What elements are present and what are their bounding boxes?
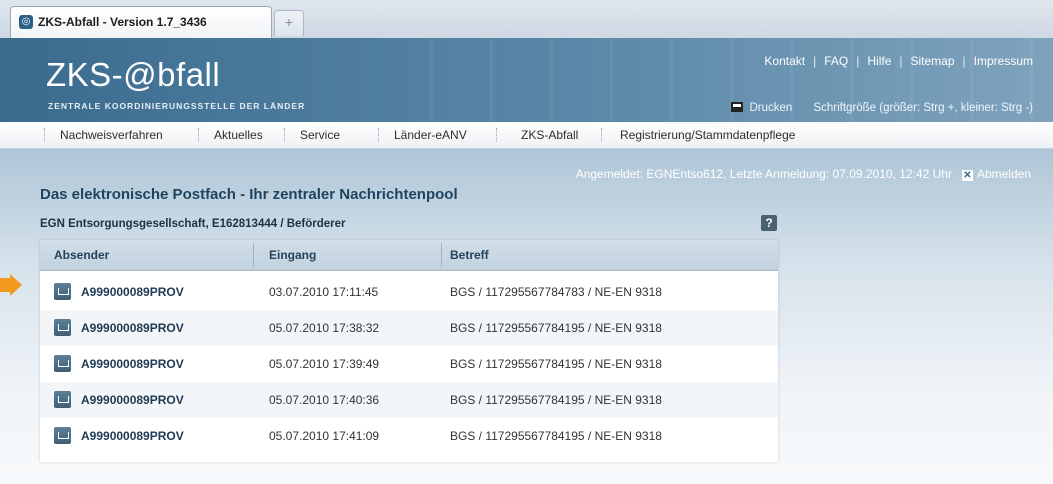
zks-favicon-icon: ◎ bbox=[19, 15, 33, 29]
nav-separator bbox=[198, 128, 200, 142]
main-navigation: Nachweisverfahren Aktuelles Service Länd… bbox=[0, 122, 1053, 149]
column-header-eingang[interactable]: Eingang bbox=[269, 248, 316, 262]
link-hilfe[interactable]: Hilfe bbox=[867, 54, 891, 68]
site-header: ZKS-@bfall ZENTRALE KOORDINIERUNGSSTELLE… bbox=[0, 38, 1053, 122]
browser-tab[interactable]: ◎ ZKS-Abfall - Version 1.7_3436 bbox=[10, 6, 272, 38]
nav-item-service[interactable]: Service bbox=[300, 128, 340, 142]
link-sitemap[interactable]: Sitemap bbox=[911, 54, 955, 68]
column-header-betreff[interactable]: Betreff bbox=[450, 248, 489, 262]
row-date: 05.07.2010 17:38:32 bbox=[269, 321, 380, 335]
nav-separator bbox=[44, 128, 46, 142]
envelope-download-icon[interactable] bbox=[54, 427, 71, 444]
login-status: Angemeldet: EGNEntso612, Letzte Anmeldun… bbox=[576, 167, 1031, 181]
page-title: Das elektronische Postfach - Ihr zentral… bbox=[40, 186, 458, 203]
row-sender[interactable]: A999000089PROV bbox=[81, 429, 184, 443]
nav-separator bbox=[378, 128, 380, 142]
close-box-icon[interactable]: ✕ bbox=[961, 170, 973, 181]
row-sender[interactable]: A999000089PROV bbox=[81, 357, 184, 371]
row-subject: BGS / 117295567784195 / NE-EN 9318 bbox=[450, 393, 662, 407]
table-row[interactable]: A999000089PROV 05.07.2010 17:41:09 BGS /… bbox=[40, 418, 778, 454]
top-links: Kontakt | FAQ | Hilfe | Sitemap | Impressum bbox=[764, 54, 1033, 68]
row-subject: BGS / 117295567784195 / NE-EN 9318 bbox=[450, 321, 662, 335]
link-impressum[interactable]: Impressum bbox=[974, 54, 1033, 68]
nav-item-laender-eanv[interactable]: Länder-eANV bbox=[394, 128, 467, 142]
table-row[interactable]: A999000089PROV 03.07.2010 17:11:45 BGS /… bbox=[40, 274, 778, 310]
table-row[interactable]: A999000089PROV 05.07.2010 17:39:49 BGS /… bbox=[40, 346, 778, 382]
row-subject: BGS / 117295567784195 / NE-EN 9318 bbox=[450, 429, 662, 443]
link-kontakt[interactable]: Kontakt bbox=[764, 54, 805, 68]
row-date: 03.07.2010 17:11:45 bbox=[269, 285, 379, 299]
column-header-absender[interactable]: Absender bbox=[54, 248, 109, 262]
message-table: Absender Eingang Betreff A999000089PROV … bbox=[40, 240, 778, 462]
envelope-download-icon[interactable] bbox=[54, 283, 71, 300]
column-separator bbox=[253, 243, 254, 267]
nav-item-nachweisverfahren[interactable]: Nachweisverfahren bbox=[60, 128, 163, 142]
table-row[interactable]: A999000089PROV 05.07.2010 17:38:32 BGS /… bbox=[40, 310, 778, 346]
envelope-download-icon[interactable] bbox=[54, 391, 71, 408]
company-info: EGN Entsorgungsgesellschaft, E162813444 … bbox=[40, 218, 346, 230]
nav-separator bbox=[496, 128, 498, 142]
print-row: Drucken Schriftgröße (größer: Strg +, kl… bbox=[731, 102, 1033, 114]
table-row[interactable]: A999000089PROV 05.07.2010 17:40:36 BGS /… bbox=[40, 382, 778, 418]
row-date: 05.07.2010 17:39:49 bbox=[269, 357, 380, 371]
nav-separator bbox=[284, 128, 286, 142]
login-info: Angemeldet: EGNEntso612, Letzte Anmeldun… bbox=[575, 167, 952, 181]
link-faq[interactable]: FAQ bbox=[824, 54, 848, 68]
site-logo[interactable]: ZKS-@bfall bbox=[46, 56, 220, 94]
nav-item-registrierung[interactable]: Registrierung/Stammdatenpflege bbox=[620, 128, 795, 142]
envelope-download-icon[interactable] bbox=[54, 319, 71, 336]
row-subject: BGS / 117295567784195 / NE-EN 9318 bbox=[450, 357, 662, 371]
row-sender[interactable]: A999000089PROV bbox=[81, 285, 184, 299]
browser-tab-bar: ◎ ZKS-Abfall - Version 1.7_3436 + bbox=[0, 0, 1053, 38]
row-sender[interactable]: A999000089PROV bbox=[81, 393, 184, 407]
column-separator bbox=[441, 243, 442, 267]
new-tab-button[interactable]: + bbox=[274, 10, 304, 36]
row-subject: BGS / 117295567784783 / NE-EN 9318 bbox=[450, 285, 662, 299]
envelope-download-icon[interactable] bbox=[54, 355, 71, 372]
nav-separator bbox=[601, 128, 603, 142]
row-date: 05.07.2010 17:41:09 bbox=[269, 429, 380, 443]
row-sender[interactable]: A999000089PROV bbox=[81, 321, 184, 335]
tab-title: ZKS-Abfall - Version 1.7_3436 bbox=[38, 15, 207, 29]
print-link[interactable]: Drucken bbox=[749, 102, 792, 114]
printer-icon[interactable] bbox=[731, 102, 744, 112]
logo-subtitle: ZENTRALE KOORDINIERUNGSSTELLE DER LÄNDER bbox=[48, 101, 306, 111]
font-size-hint: Schriftgröße (größer: Strg +, kleiner: S… bbox=[813, 102, 1033, 114]
nav-item-zks-abfall[interactable]: ZKS-Abfall bbox=[521, 128, 578, 142]
table-header: Absender Eingang Betreff bbox=[40, 240, 778, 271]
orange-arrow-icon bbox=[0, 274, 22, 296]
logout-link[interactable]: Abmelden bbox=[977, 167, 1031, 181]
nav-item-aktuelles[interactable]: Aktuelles bbox=[214, 128, 263, 142]
help-button[interactable]: ? bbox=[761, 215, 777, 231]
row-date: 05.07.2010 17:40:36 bbox=[269, 393, 380, 407]
